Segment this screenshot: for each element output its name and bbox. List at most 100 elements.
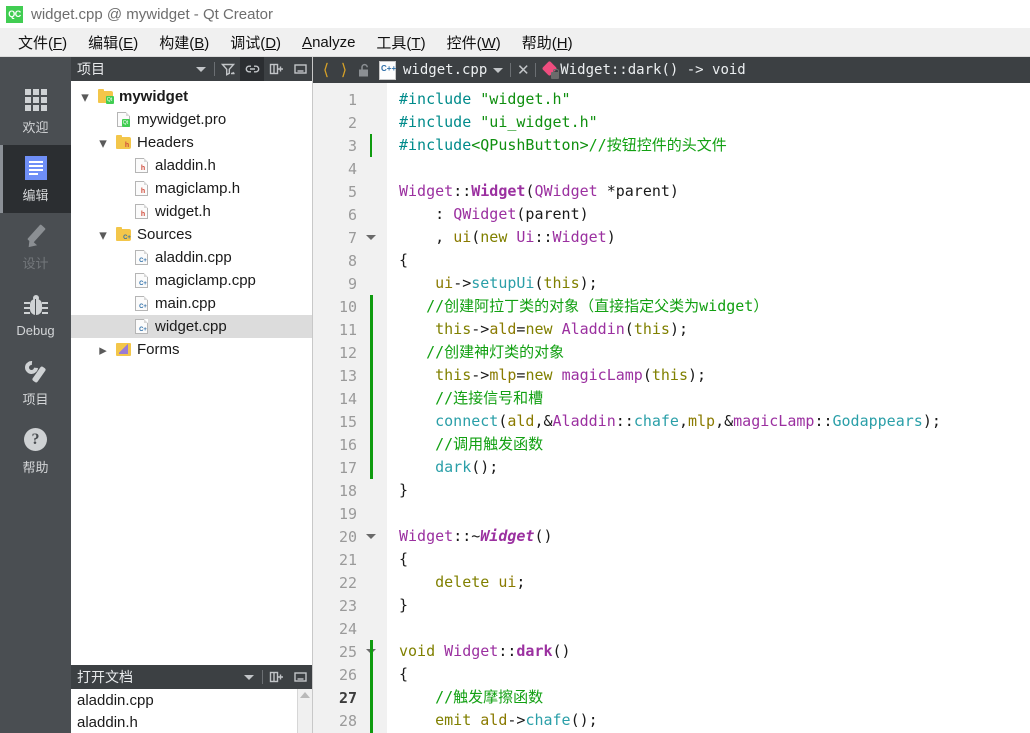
link-icon[interactable] (240, 57, 264, 81)
code-token: new (480, 228, 517, 246)
change-bar (370, 709, 373, 732)
tree-item-mywidget.pro[interactable]: Qt mywidget.pro (71, 108, 312, 131)
menu-item-8[interactable]: 帮助(H) (512, 30, 584, 55)
headers-folder-icon: h (113, 134, 133, 149)
chevron-left-icon[interactable]: ⟨ (317, 57, 335, 83)
mode-button-Debug[interactable]: Debug (0, 281, 71, 349)
menu-item-3[interactable]: 构建(B) (149, 30, 220, 55)
code-token: ,& (715, 412, 734, 430)
close-dock-icon[interactable] (288, 665, 312, 689)
code-token: , (678, 412, 688, 430)
toolbar-divider (262, 670, 263, 684)
chevron-down-icon[interactable] (487, 57, 509, 83)
change-bar (370, 387, 373, 410)
code-token: ); (688, 366, 707, 384)
open-documents-dock: 打开文档 aladdin.cpp aladdin.h (71, 665, 312, 733)
mode-button-项目[interactable]: 项目 (0, 349, 71, 417)
line-number: 19 (338, 504, 357, 523)
open-document-item-aladdin.h[interactable]: aladdin.h (71, 711, 297, 733)
code-token: ui (498, 573, 517, 591)
menu-item-2[interactable]: 编辑(E) (78, 30, 149, 55)
code-token: ); (579, 274, 598, 292)
tree-item-magiclamp.h[interactable]: h magiclamp.h (71, 177, 312, 200)
code-token: Aladdin (561, 320, 625, 338)
scroll-up-icon[interactable] (300, 692, 310, 698)
code-line-17: dark(); (399, 456, 1030, 479)
dropdown-arrow-icon[interactable] (189, 57, 213, 81)
menu-item-7[interactable]: 控件(W) (437, 30, 512, 55)
line-number: 21 (338, 550, 357, 569)
tree-item-aladdin.cpp[interactable]: C+ aladdin.cpp (71, 246, 312, 269)
line-number: 13 (338, 366, 357, 385)
editor-filename[interactable]: widget.cpp (403, 62, 487, 78)
tree-item-mywidget[interactable]: ▾ Qt mywidget (71, 85, 312, 108)
close-dock-icon[interactable] (288, 57, 312, 81)
code-token: setupUi (471, 274, 535, 292)
cpp-file-icon: C++ (379, 60, 396, 80)
code-token: () (552, 642, 571, 660)
chevron-right-icon[interactable]: ⟩ (335, 57, 353, 83)
menu-item-5[interactable]: Analyze (292, 32, 366, 53)
code-token: :: (453, 182, 472, 200)
tree-item-aladdin.h[interactable]: h aladdin.h (71, 154, 312, 177)
mode-button-编辑[interactable]: 编辑 (0, 145, 71, 213)
tree-item-Sources[interactable]: ▾ C+ Sources (71, 223, 312, 246)
code-token: { (399, 550, 409, 568)
code-line-23: } (399, 594, 1030, 617)
open-document-item-aladdin.cpp[interactable]: aladdin.cpp (71, 689, 297, 711)
code-token: -> (471, 320, 490, 338)
h-file-icon: h (131, 158, 151, 173)
code-line-11: this->ald=new Aladdin(this); (399, 318, 1030, 341)
code-token: emit (435, 711, 481, 729)
chevron-down-icon[interactable]: ▾ (93, 134, 113, 152)
tree-item-label: mywidget (119, 88, 189, 105)
menu-item-6[interactable]: 工具(T) (366, 30, 436, 55)
tree-item-Forms[interactable]: ▸ Forms (71, 338, 312, 361)
open-documents-list[interactable]: aladdin.cpp aladdin.h (71, 689, 312, 733)
code-token: ( (624, 320, 634, 338)
dropdown-arrow-icon[interactable] (237, 665, 261, 689)
line-number: 9 (347, 274, 357, 293)
close-icon[interactable]: ✕ (512, 57, 534, 83)
fold-marker-icon[interactable] (361, 534, 381, 539)
tree-item-main.cpp[interactable]: C+ main.cpp (71, 292, 312, 315)
tree-item-widget.h[interactable]: h widget.h (71, 200, 312, 223)
menu-item-4[interactable]: 调试(D) (220, 30, 292, 55)
tree-item-magiclamp.cpp[interactable]: C+ magiclamp.cpp (71, 269, 312, 292)
mode-button-帮助[interactable]: ? 帮助 (0, 417, 71, 485)
editor-symbol-selector[interactable]: Widget::dark() -> void (560, 62, 745, 78)
code-token: ::~ (453, 527, 481, 545)
code-area[interactable]: 1 2 3 4 5 6 7 8 9 10 11 12 13 14 15 16 17 18 19 20 21 22 23 24 2… (313, 83, 1030, 733)
gutter-line-28: 28 (313, 709, 387, 732)
filter-icon[interactable] (216, 57, 240, 81)
code-token: ald (489, 320, 517, 338)
chevron-down-icon[interactable]: ▾ (93, 226, 113, 244)
line-number: 14 (338, 389, 357, 408)
code-token: this (435, 366, 472, 384)
tree-item-Headers[interactable]: ▾ h Headers (71, 131, 312, 154)
code-token: Widget (444, 642, 499, 660)
project-tree[interactable]: ▾ Qt mywidget Qt mywidget.pro ▾ h Headers h aladd… (71, 81, 312, 665)
bug-icon (23, 293, 48, 319)
chevron-down-icon[interactable]: ▾ (75, 88, 95, 106)
tree-item-widget.cpp[interactable]: C+ widget.cpp (71, 315, 312, 338)
code-token: -> (507, 711, 526, 729)
split-icon[interactable] (264, 57, 288, 81)
unlocked-padlock-icon[interactable] (353, 57, 375, 83)
code-line-10: //创建阿拉丁类的对象（直接指定父类为widget） (399, 295, 1030, 318)
line-number: 24 (338, 619, 357, 638)
menu-item-1[interactable]: 文件(F) (8, 30, 78, 55)
gutter-line-16: 16 (313, 433, 387, 456)
chevron-right-icon[interactable]: ▸ (93, 341, 113, 359)
code-text[interactable]: #include "widget.h" #include "ui_widget.h… (387, 83, 1030, 733)
fold-marker-icon[interactable] (361, 235, 381, 240)
mode-button-欢迎[interactable]: 欢迎 (0, 77, 71, 145)
code-token: ( (534, 274, 544, 292)
split-icon[interactable] (264, 665, 288, 689)
code-token: dark (516, 642, 553, 660)
code-token: :: (814, 412, 833, 430)
open-documents-scrollbar[interactable] (297, 689, 312, 733)
